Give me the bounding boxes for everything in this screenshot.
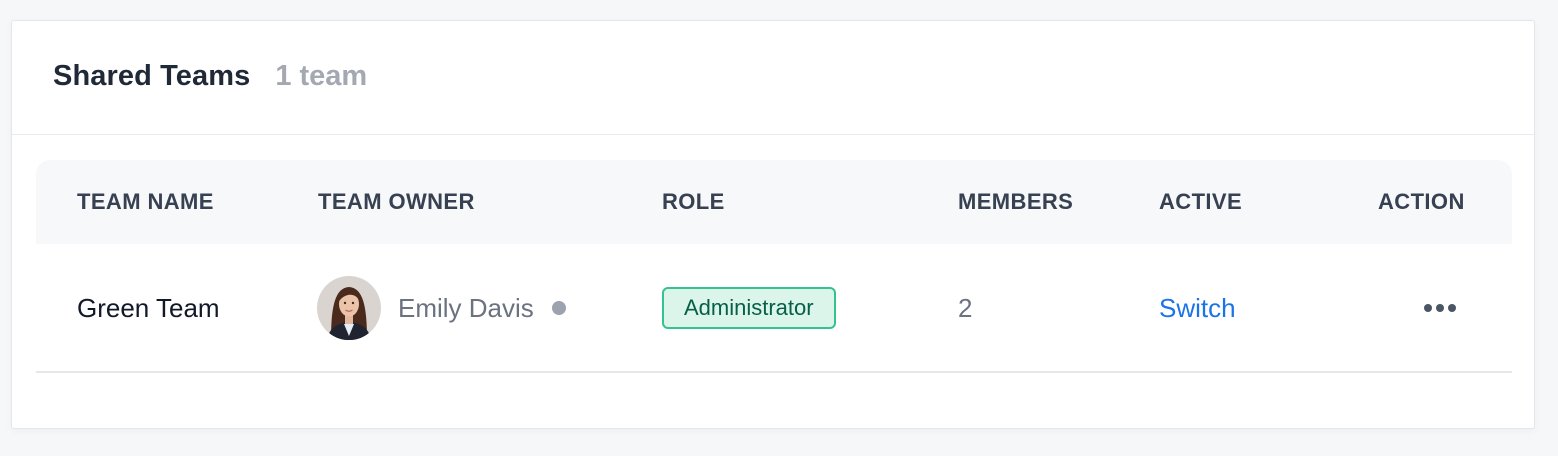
- team-name: Green Team: [77, 292, 220, 323]
- card-header: Shared Teams 1 team: [12, 21, 1534, 135]
- more-horizontal-icon[interactable]: [1424, 304, 1456, 312]
- team-owner: Emily Davis: [317, 244, 566, 372]
- members-count: 2: [958, 292, 973, 323]
- table-row[interactable]: Green Team Emily Davis Administrator 2 S…: [36, 244, 1512, 373]
- column-header-team-name: TEAM NAME: [77, 189, 214, 214]
- owner-name: Emily Davis: [398, 292, 534, 323]
- team-count: 1 team: [275, 60, 368, 92]
- card-title: Shared Teams: [53, 60, 251, 92]
- column-header-team-owner: TEAM OWNER: [318, 189, 475, 214]
- switch-link[interactable]: Switch: [1159, 293, 1236, 324]
- table-header: TEAM NAME TEAM OWNER ROLE MEMBERS ACTIVE…: [36, 160, 1512, 244]
- shared-teams-card: Shared Teams 1 team TEAM NAME TEAM OWNER…: [11, 20, 1535, 429]
- role-badge: Administrator: [662, 287, 836, 329]
- teams-table: TEAM NAME TEAM OWNER ROLE MEMBERS ACTIVE…: [36, 160, 1512, 373]
- column-header-members: MEMBERS: [958, 189, 1074, 214]
- avatar: [317, 276, 381, 340]
- column-header-active: ACTIVE: [1159, 189, 1243, 214]
- column-header-action: ACTION: [1378, 189, 1465, 214]
- column-header-role: ROLE: [662, 189, 725, 214]
- avatar-portrait-image: [317, 276, 381, 340]
- status-dot-icon: [551, 301, 566, 315]
